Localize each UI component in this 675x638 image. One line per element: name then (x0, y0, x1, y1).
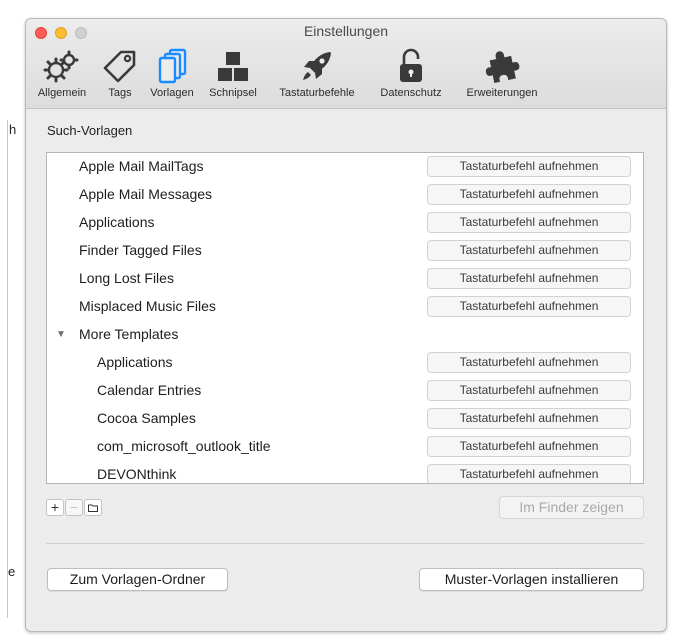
toolbar-label: Tastaturbefehle (279, 87, 355, 99)
group-name: More Templates (79, 326, 179, 342)
padlock-icon (369, 47, 453, 85)
record-shortcut-button[interactable]: Tastaturbefehl aufnehmen (427, 268, 631, 289)
group-row[interactable]: ▼ More Templates (47, 321, 643, 349)
list-item[interactable]: Long Lost Files Tastaturbefehl aufnehmen (47, 265, 643, 293)
template-name: com_microsoft_outlook_title (97, 438, 271, 454)
template-name: Cocoa Samples (97, 410, 196, 426)
record-shortcut-button[interactable]: Tastaturbefehl aufnehmen (427, 380, 631, 401)
template-name: DEVONthink (97, 466, 177, 482)
window-title: Einstellungen (303, 23, 389, 39)
list-item[interactable]: com_microsoft_outlook_title Tastaturbefe… (47, 433, 643, 461)
rocket-icon (265, 47, 369, 85)
puzzle-icon (453, 47, 551, 85)
record-shortcut-button[interactable]: Tastaturbefehl aufnehmen (427, 156, 631, 177)
list-item[interactable]: Finder Tagged Files Tastaturbefehl aufne… (47, 237, 643, 265)
show-in-finder-button[interactable]: Im Finder zeigen (499, 496, 644, 519)
template-name: Applications (79, 214, 155, 230)
toolbar-item-vorlagen[interactable]: Vorlagen (144, 47, 200, 105)
preferences-window: Einstellungen Allgemein Tags Vorlagen Sc… (25, 18, 667, 632)
template-name: Applications (97, 354, 173, 370)
background-text-fragment: h (9, 122, 17, 137)
open-templates-folder-button[interactable]: Zum Vorlagen-Ordner (47, 568, 228, 591)
template-name: Apple Mail MailTags (79, 158, 204, 174)
remove-template-button[interactable]: − (65, 499, 83, 516)
toolbar-label: Allgemein (37, 87, 87, 99)
folder-icon (88, 504, 98, 512)
toolbar-label: Schnipsel (209, 87, 257, 99)
gears-icon (26, 47, 98, 85)
disclosure-triangle-icon[interactable]: ▼ (56, 329, 66, 340)
list-item[interactable]: Applications Tastaturbefehl aufnehmen (47, 349, 643, 377)
record-shortcut-button[interactable]: Tastaturbefehl aufnehmen (427, 464, 631, 483)
list-item[interactable]: Apple Mail Messages Tastaturbefehl aufne… (47, 181, 643, 209)
toolbar-label: Vorlagen (150, 87, 194, 99)
template-name: Calendar Entries (97, 382, 202, 398)
install-sample-templates-button[interactable]: Muster-Vorlagen installieren (419, 568, 644, 591)
toolbar-item-erweiterungen[interactable]: Erweiterungen (453, 47, 551, 105)
toolbar-label: Erweiterungen (466, 87, 538, 99)
record-shortcut-button[interactable]: Tastaturbefehl aufnehmen (427, 212, 631, 233)
toolbar-item-tastaturbefehle[interactable]: Tastaturbefehle (265, 47, 369, 105)
add-template-button[interactable]: + (46, 499, 64, 516)
toolbar-item-allgemein[interactable]: Allgemein (26, 47, 98, 105)
background-text-fragment: e (8, 564, 16, 579)
list-item[interactable]: Apple Mail MailTags Tastaturbefehl aufne… (47, 153, 643, 181)
tag-icon (100, 47, 140, 85)
background-divider (7, 120, 8, 618)
record-shortcut-button[interactable]: Tastaturbefehl aufnehmen (427, 296, 631, 317)
template-name: Apple Mail Messages (79, 186, 213, 202)
toolbar-item-datenschutz[interactable]: Datenschutz (369, 47, 453, 105)
titlebar: Einstellungen Allgemein Tags Vorlagen Sc… (26, 19, 666, 109)
templates-icon (144, 47, 200, 85)
toolbar-item-tags[interactable]: Tags (100, 47, 140, 105)
record-shortcut-button[interactable]: Tastaturbefehl aufnehmen (427, 240, 631, 261)
list-item[interactable]: Misplaced Music Files Tastaturbefehl auf… (47, 293, 643, 321)
folder-button[interactable] (84, 499, 102, 516)
toolbar-label: Tags (108, 87, 132, 99)
template-name: Finder Tagged Files (79, 242, 202, 258)
template-name: Long Lost Files (79, 270, 174, 286)
template-name: Misplaced Music Files (79, 298, 216, 314)
record-shortcut-button[interactable]: Tastaturbefehl aufnehmen (427, 408, 631, 429)
templates-list[interactable]: Apple Mail MailTags Tastaturbefehl aufne… (46, 152, 644, 484)
section-label: Such-Vorlagen (47, 123, 133, 138)
divider (46, 543, 644, 544)
list-item[interactable]: Calendar Entries Tastaturbefehl aufnehme… (47, 377, 643, 405)
blocks-icon (202, 47, 264, 85)
list-item[interactable]: Cocoa Samples Tastaturbefehl aufnehmen (47, 405, 643, 433)
toolbar-label: Datenschutz (380, 87, 442, 99)
toolbar-item-schnipsel[interactable]: Schnipsel (202, 47, 264, 105)
record-shortcut-button[interactable]: Tastaturbefehl aufnehmen (427, 436, 631, 457)
record-shortcut-button[interactable]: Tastaturbefehl aufnehmen (427, 352, 631, 373)
record-shortcut-button[interactable]: Tastaturbefehl aufnehmen (427, 184, 631, 205)
list-item[interactable]: DEVONthink Tastaturbefehl aufnehmen (47, 461, 643, 483)
list-item[interactable]: Applications Tastaturbefehl aufnehmen (47, 209, 643, 237)
